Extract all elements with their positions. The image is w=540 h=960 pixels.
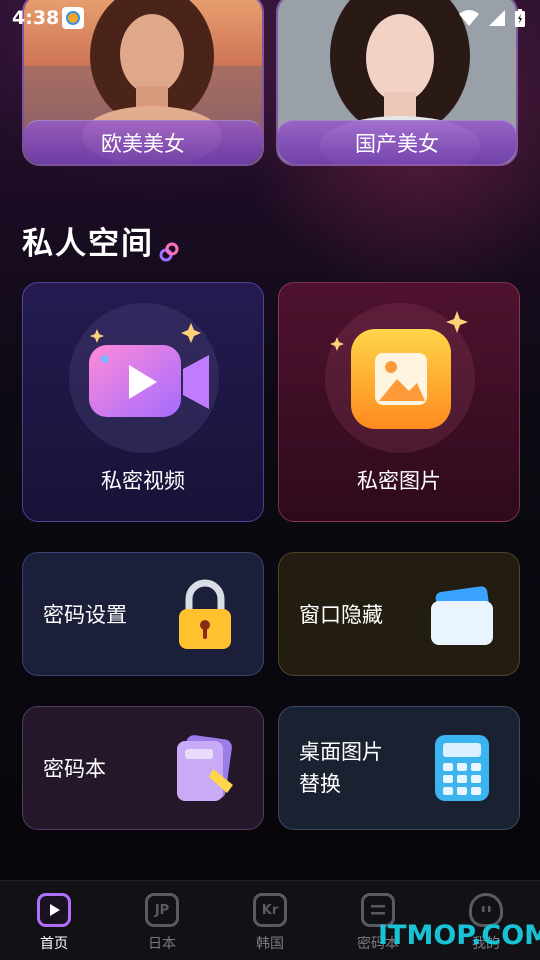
desktop-icon-replace-line2: 替换: [299, 772, 341, 796]
nav-home[interactable]: 首页: [0, 881, 108, 960]
app-screen: 4:38 欧美美女 国产美女 私人空间 私密视频 私密图片 密码设置 窗口隐藏 …: [0, 0, 540, 960]
category-label-domestic: 国产美女: [278, 120, 516, 164]
card-wallet-icon: [431, 586, 493, 645]
password-notebook-label: 密码本: [43, 757, 106, 781]
wifi-icon: [459, 10, 479, 26]
status-time: 4:38: [12, 7, 60, 29]
password-notebook-card[interactable]: 密码本: [22, 706, 264, 830]
nav-japan[interactable]: JP 日本: [108, 881, 216, 960]
watermark-text: ITMOP.COM: [378, 920, 540, 951]
status-bar: 4:38: [0, 0, 540, 36]
window-hide-card[interactable]: 窗口隐藏: [278, 552, 520, 676]
battery-icon: [515, 9, 525, 27]
system-icons: [458, 8, 526, 28]
password-settings-label: 密码设置: [43, 603, 127, 627]
private-photo-label: 私密图片: [357, 469, 441, 493]
nav-home-label: 首页: [40, 936, 68, 952]
notebook-icon: [177, 735, 233, 801]
private-video-label: 私密视频: [101, 469, 185, 493]
signal-icon: [489, 10, 505, 26]
private-video-card[interactable]: 私密视频: [22, 282, 264, 522]
image-icon: [330, 311, 468, 429]
desktop-icon-replace-card[interactable]: 桌面图片 替换: [278, 706, 520, 830]
section-title: 私人空间: [22, 218, 180, 263]
link-icon: [159, 242, 179, 262]
desktop-icon-replace-line1: 桌面图片: [299, 740, 383, 764]
play-icon: [37, 893, 71, 927]
calculator-icon: [435, 735, 489, 801]
nav-korea-label: 韩国: [256, 936, 284, 952]
window-hide-label: 窗口隐藏: [299, 603, 383, 627]
desktop-icon-replace-text: 桌面图片 替换: [299, 736, 383, 800]
padlock-icon: [179, 579, 231, 649]
nav-korea[interactable]: Kr 韩国: [216, 881, 324, 960]
password-settings-card[interactable]: 密码设置: [22, 552, 264, 676]
video-camera-icon: [89, 323, 209, 417]
notification-app-icon: [62, 7, 84, 29]
nav-japan-label: 日本: [148, 936, 176, 952]
section-title-text: 私人空间: [22, 226, 154, 262]
jp-icon: JP: [145, 893, 179, 927]
private-photo-card[interactable]: 私密图片: [278, 282, 520, 522]
category-label-western: 欧美美女: [24, 120, 262, 164]
kr-icon: Kr: [253, 893, 287, 927]
